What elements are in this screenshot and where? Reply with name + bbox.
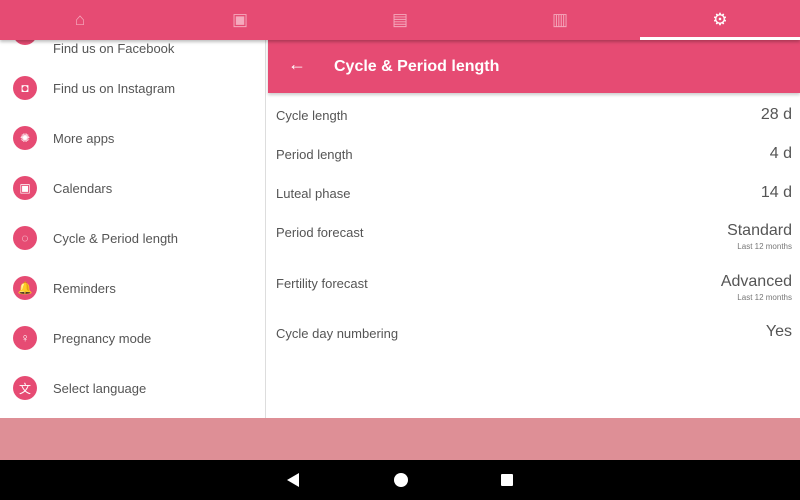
sidebar-item-facebook[interactable]: f Find us on Facebook	[0, 40, 265, 57]
back-arrow-icon[interactable]: ←	[288, 54, 306, 75]
setting-value: 28 d	[760, 106, 792, 123]
setting-fertility-forecast[interactable]: Fertility forecast Advanced Last 12 months	[268, 271, 800, 317]
page-title: Cycle & Period length	[334, 58, 500, 75]
setting-value: 14 d	[760, 184, 792, 201]
sidebar-item-label: More apps	[53, 130, 115, 146]
apps-icon: ✺	[13, 126, 37, 150]
detail-header: ← Cycle & Period length	[268, 40, 800, 93]
recents-nav-icon[interactable]	[500, 473, 514, 487]
sidebar-item-instagram[interactable]: ◘ Find us on Instagram	[0, 63, 265, 113]
setting-luteal-phase[interactable]: Luteal phase 14 d	[268, 182, 800, 218]
tab-book[interactable]: ▥	[480, 0, 640, 40]
calendar-icon: ▣	[13, 176, 37, 200]
sidebar-item-label: Find us on Instagram	[53, 80, 176, 96]
setting-label: Period forecast	[276, 225, 364, 240]
sidebar-item-label: Select language	[53, 380, 147, 396]
sidebar-item-language[interactable]: 文 Select language	[0, 363, 265, 413]
instagram-icon: ◘	[13, 76, 37, 100]
setting-label: Cycle length	[276, 108, 348, 123]
setting-label: Period length	[276, 147, 353, 162]
home-icon: ⌂	[74, 10, 86, 29]
book-icon: ▥	[551, 10, 569, 29]
setting-label: Cycle day numbering	[276, 326, 399, 341]
pregnancy-icon: ♀	[13, 326, 37, 350]
sidebar-item-reminders[interactable]: 🔔 Reminders	[0, 263, 265, 313]
calendar-icon: ▣	[231, 10, 249, 29]
setting-period-forecast[interactable]: Period forecast Standard Last 12 months	[268, 220, 800, 266]
top-tab-bar: ⌂ ▣ ▤ ▥ ⚙	[0, 0, 800, 40]
system-nav-bar	[0, 460, 800, 500]
tab-home[interactable]: ⌂	[0, 0, 160, 40]
sidebar-item-label: Reminders	[53, 280, 116, 296]
setting-period-length[interactable]: Period length 4 d	[268, 143, 800, 179]
setting-value: Yes	[765, 323, 792, 340]
bell-icon: 🔔	[13, 276, 37, 300]
tab-settings[interactable]: ⚙	[640, 0, 800, 40]
setting-value: Advanced	[720, 273, 792, 290]
setting-cycle-day-numbering[interactable]: Cycle day numbering Yes	[268, 321, 800, 357]
settings-icon: ⚙	[712, 10, 728, 29]
setting-cycle-length[interactable]: Cycle length 28 d	[268, 104, 800, 140]
cycle-icon: ◌	[13, 226, 37, 250]
sidebar-item-label: Find us on Facebook	[53, 41, 175, 56]
translate-icon: 文	[13, 376, 37, 400]
setting-value: Standard	[727, 222, 792, 239]
setting-label: Luteal phase	[276, 186, 351, 201]
tab-calendar[interactable]: ▣	[160, 0, 320, 40]
setting-subtitle: Last 12 months	[737, 242, 792, 251]
sidebar-item-label: Calendars	[53, 180, 113, 196]
sidebar-item-cycle-period[interactable]: ◌ Cycle & Period length	[0, 213, 265, 263]
tab-statistics[interactable]: ▤	[320, 0, 480, 40]
sidebar-item-more-apps[interactable]: ✺ More apps	[0, 113, 265, 163]
sidebar-item-label: Pregnancy mode	[53, 330, 152, 346]
facebook-icon: f	[13, 40, 37, 45]
sidebar-item-label: Cycle & Period length	[53, 230, 179, 246]
setting-label: Fertility forecast	[276, 276, 368, 291]
sidebar-item-pregnancy[interactable]: ♀ Pregnancy mode	[0, 313, 265, 363]
setting-value: 4 d	[769, 145, 792, 162]
back-nav-icon[interactable]	[286, 472, 300, 488]
sidebar-item-calendars[interactable]: ▣ Calendars	[0, 163, 265, 213]
bottom-banner	[0, 418, 800, 460]
setting-subtitle: Last 12 months	[737, 293, 792, 302]
home-nav-icon[interactable]	[393, 472, 409, 488]
settings-menu: f Find us on Facebook ◘ Find us on Instagr…	[0, 40, 266, 418]
statistics-icon: ▤	[391, 10, 409, 29]
